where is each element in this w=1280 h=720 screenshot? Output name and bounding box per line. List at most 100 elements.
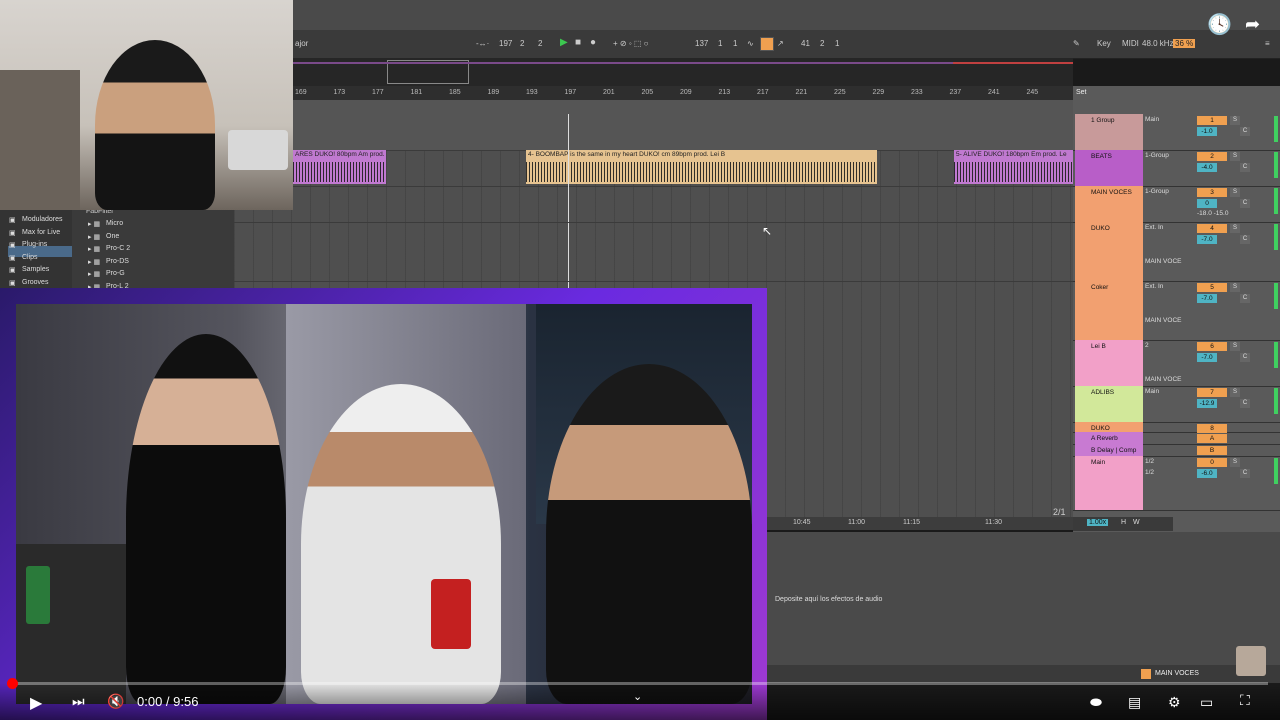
track-activator[interactable]: 5 bbox=[1197, 283, 1227, 292]
position-sixteenth[interactable]: 2 bbox=[538, 39, 542, 48]
solo-button[interactable]: S bbox=[1230, 388, 1240, 397]
browser-category[interactable]: Moduladores bbox=[22, 216, 62, 223]
track-routing[interactable]: Main bbox=[1145, 388, 1159, 395]
track-name[interactable]: 1 Group bbox=[1075, 114, 1143, 150]
track-routing[interactable]: Main bbox=[1145, 116, 1159, 123]
track-volume[interactable]: -1.0 bbox=[1197, 127, 1217, 136]
track-name[interactable]: Main bbox=[1075, 456, 1143, 510]
solo-button[interactable]: S bbox=[1230, 152, 1240, 161]
h-toggle[interactable]: H bbox=[1121, 519, 1126, 526]
track-header[interactable]: Coker Ext. In 5 S -7.0 C MAIN VOCE bbox=[1073, 281, 1280, 341]
track-header[interactable]: DUKO Ext. In 4 S -7.0 C MAIN VOCE bbox=[1073, 222, 1280, 282]
track-output[interactable]: MAIN VOCE bbox=[1145, 317, 1181, 324]
browser-plugin-item[interactable]: Pro-G bbox=[106, 270, 125, 277]
track-activator[interactable]: 3 bbox=[1197, 188, 1227, 197]
track-name[interactable]: BEATS bbox=[1075, 150, 1143, 186]
solo-button[interactable]: S bbox=[1230, 342, 1240, 351]
draw-mode-icon[interactable]: ∿ bbox=[747, 39, 754, 48]
track-routing[interactable]: Ext. In bbox=[1145, 283, 1163, 290]
key-map-button[interactable]: Key bbox=[1097, 39, 1111, 48]
pencil-icon[interactable]: ✎ bbox=[1073, 39, 1080, 48]
loop-toggle-icon[interactable] bbox=[760, 37, 774, 51]
browser-plugin-item[interactable]: Pro-C 2 bbox=[106, 245, 130, 252]
track-activator[interactable]: A bbox=[1197, 434, 1227, 443]
track-volume[interactable]: -12.9 bbox=[1197, 399, 1217, 408]
track-name[interactable]: Lei B bbox=[1075, 340, 1143, 386]
track-volume[interactable]: -6.0 bbox=[1197, 469, 1217, 478]
track-name[interactable]: A Reverb bbox=[1075, 432, 1143, 444]
track-routing[interactable]: 2 bbox=[1145, 342, 1149, 349]
subtitles-icon[interactable]: ▤ bbox=[1128, 694, 1141, 711]
track-input-channel[interactable]: 1/2 bbox=[1145, 469, 1154, 476]
track-header[interactable]: Lei B 2 6 S -7.0 C MAIN VOCE bbox=[1073, 340, 1280, 387]
track-volume[interactable]: -7.0 bbox=[1197, 353, 1217, 362]
w-toggle[interactable]: W bbox=[1133, 519, 1140, 526]
track-routing[interactable]: 1/2 bbox=[1145, 458, 1154, 465]
lane-group[interactable] bbox=[234, 100, 1073, 151]
browser-category[interactable]: Plug-ins bbox=[22, 241, 47, 248]
browser-category[interactable]: Samples bbox=[22, 266, 49, 273]
track-name[interactable]: B Delay | Comp bbox=[1075, 444, 1143, 456]
solo-button[interactable]: S bbox=[1230, 224, 1240, 233]
progress-bar[interactable] bbox=[12, 682, 1268, 685]
browser-plugin-item[interactable]: One bbox=[106, 233, 119, 240]
track-header[interactable]: BEATS 1-Group 2 S -4.0 C bbox=[1073, 150, 1280, 187]
track-activator[interactable]: 6 bbox=[1197, 342, 1227, 351]
set-button[interactable]: Set bbox=[1076, 89, 1087, 96]
track-header[interactable]: Main 1/2 0 S -6.0 C 1/2 bbox=[1073, 456, 1280, 511]
track-pan[interactable]: C bbox=[1240, 127, 1250, 136]
scale-label[interactable]: ajor bbox=[295, 39, 308, 48]
browser-plugin-item[interactable]: Micro bbox=[106, 220, 123, 227]
track-volume[interactable]: -7.0 bbox=[1197, 294, 1217, 303]
next-button-icon[interactable]: ⏭ bbox=[72, 693, 85, 710]
autoplay-toggle-icon[interactable]: ⬬ bbox=[1090, 694, 1102, 711]
track-header[interactable]: ADLIBS Main 7 S -12.9 C bbox=[1073, 386, 1280, 423]
track-pan[interactable]: C bbox=[1240, 163, 1250, 172]
track-activator[interactable]: 4 bbox=[1197, 224, 1227, 233]
track-pan[interactable]: C bbox=[1240, 353, 1250, 362]
video-content[interactable] bbox=[16, 304, 752, 704]
track-volume[interactable]: -7.0 bbox=[1197, 235, 1217, 244]
progress-scrubber[interactable] bbox=[7, 678, 18, 689]
track-routing[interactable]: 1-Group bbox=[1145, 152, 1169, 159]
arrangement-overview[interactable] bbox=[293, 58, 1073, 86]
beat-ruler[interactable]: 169 173 177 181 185 189 193 197 201 205 209 213 217 2… bbox=[293, 86, 1073, 101]
track-name[interactable]: DUKO bbox=[1075, 222, 1143, 281]
browser-category[interactable]: Max for Live bbox=[22, 229, 60, 236]
track-name[interactable]: DUKO bbox=[1075, 422, 1143, 432]
play-icon[interactable]: ▶ bbox=[560, 37, 568, 48]
track-pan[interactable]: C bbox=[1240, 469, 1250, 478]
browser-category[interactable]: Clips bbox=[22, 254, 38, 261]
chevron-down-icon[interactable]: ⌄ bbox=[633, 690, 642, 703]
settings-icon[interactable]: ⚙ bbox=[1168, 694, 1181, 711]
track-output[interactable]: MAIN VOCE bbox=[1145, 376, 1181, 383]
fullscreen-icon[interactable]: ⛶ bbox=[1240, 692, 1250, 709]
record-icon[interactable]: ● bbox=[590, 37, 596, 48]
browser-category[interactable]: Grooves bbox=[22, 279, 48, 286]
track-pan[interactable]: C bbox=[1240, 199, 1250, 208]
lane-main-voces[interactable] bbox=[234, 186, 1073, 223]
solo-button[interactable]: S bbox=[1230, 283, 1240, 292]
loop-start-sixteenth[interactable]: 1 bbox=[733, 39, 737, 48]
mute-icon[interactable]: 🔇 bbox=[107, 693, 124, 710]
zoom-level[interactable]: 1.00x bbox=[1087, 519, 1109, 526]
track-activator[interactable]: 0 bbox=[1197, 458, 1227, 467]
track-pan[interactable]: C bbox=[1240, 294, 1250, 303]
channel-avatar[interactable] bbox=[1236, 646, 1266, 676]
track-pan[interactable]: C bbox=[1240, 235, 1250, 244]
midi-map-button[interactable]: MIDI bbox=[1122, 39, 1139, 48]
lane-duko[interactable] bbox=[234, 222, 1073, 282]
loop-length-beat[interactable]: 2 bbox=[820, 39, 824, 48]
clip-boombap[interactable]: 4- BOOMBAP is the same in my heart DUKO!… bbox=[526, 150, 877, 184]
clip-left-beat[interactable]: ARES DUKO! 80bpm Am prod. bbox=[293, 150, 386, 184]
track-volume[interactable]: -4.0 bbox=[1197, 163, 1217, 172]
loop-length-sixteenth[interactable]: 1 bbox=[835, 39, 839, 48]
loop-start-beat[interactable]: 1 bbox=[718, 39, 722, 48]
watch-later-icon[interactable]: 🕓 bbox=[1207, 12, 1232, 37]
solo-button[interactable]: S bbox=[1230, 188, 1240, 197]
solo-button[interactable]: S bbox=[1230, 458, 1240, 467]
track-volume[interactable]: 0 bbox=[1197, 199, 1217, 208]
loop-length-bar[interactable]: 41 bbox=[801, 39, 810, 48]
clip-alive[interactable]: 5- ALIVE DUKO! 180bpm Em prod. Le bbox=[954, 150, 1073, 184]
track-routing[interactable]: 1-Group bbox=[1145, 188, 1169, 195]
